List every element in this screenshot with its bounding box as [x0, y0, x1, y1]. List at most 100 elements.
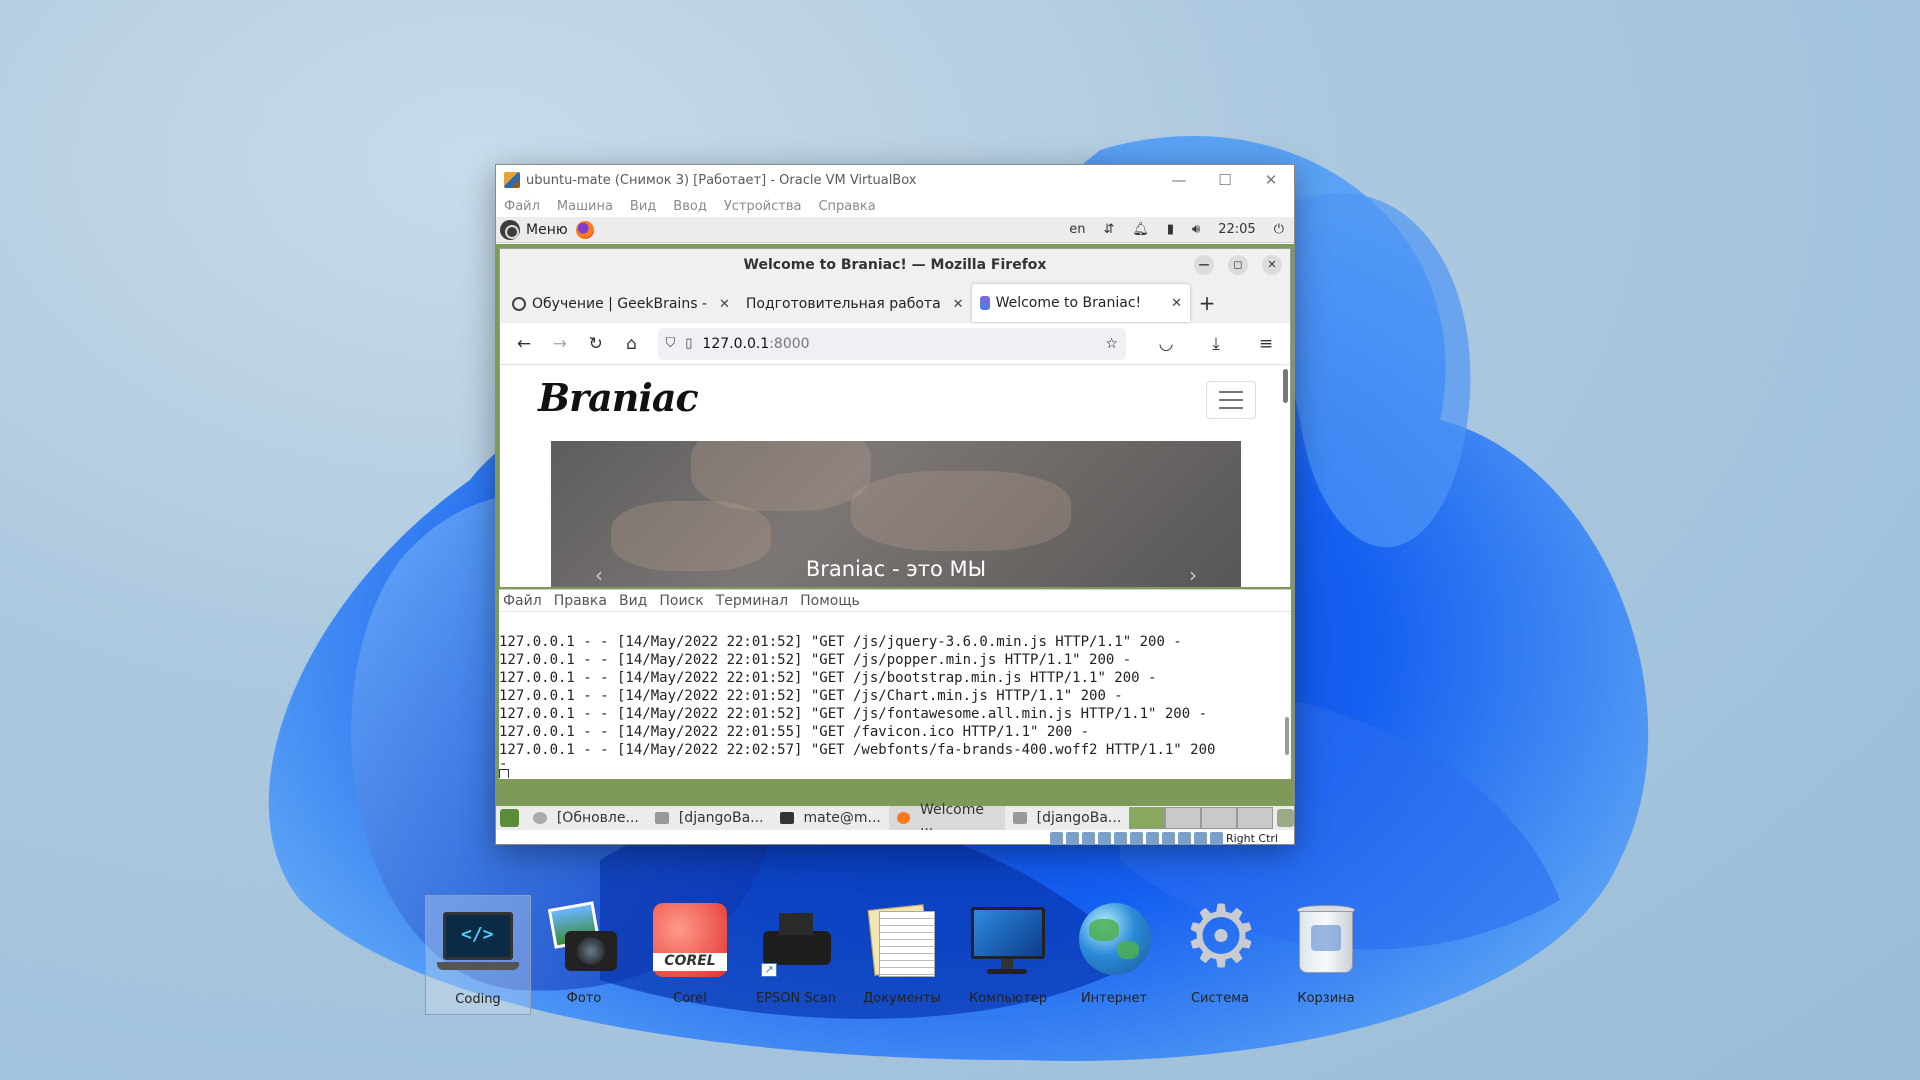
- back-arrow-icon[interactable]: ←: [506, 334, 542, 354]
- download-icon[interactable]: ⤓: [1198, 334, 1234, 354]
- maximize-icon[interactable]: ☐: [1202, 171, 1248, 189]
- network-adapter-icon[interactable]: [1097, 831, 1111, 845]
- desktop-icon-recycle-bin[interactable]: Корзина: [1273, 895, 1379, 1015]
- vb-menu-input[interactable]: Ввод: [673, 199, 707, 214]
- term-menu-terminal[interactable]: Терминал: [716, 593, 788, 609]
- carousel-prev-icon[interactable]: ‹: [595, 563, 603, 587]
- page-icon[interactable]: ▯: [685, 336, 692, 351]
- taskbar-item[interactable]: [Обновле...: [525, 806, 647, 830]
- reload-icon[interactable]: ↻: [578, 334, 614, 354]
- hdd-icon[interactable]: [1049, 831, 1063, 845]
- new-tab-plus-icon[interactable]: +: [1190, 285, 1224, 323]
- term-menu-help[interactable]: Помощь: [800, 593, 860, 609]
- vb-menu-help[interactable]: Справка: [818, 199, 875, 214]
- desktop-icon-photo[interactable]: Фото: [531, 895, 637, 1015]
- term-menu-search[interactable]: Поиск: [659, 593, 703, 609]
- home-icon[interactable]: ⌂: [614, 334, 650, 354]
- firefox-launcher-icon[interactable]: [575, 220, 594, 239]
- vb-menu-machine[interactable]: Машина: [557, 199, 613, 214]
- cpu-icon[interactable]: [1177, 831, 1191, 845]
- task-label: [Обновле...: [556, 810, 639, 826]
- virtualbox-menubar: Файл Машина Вид Ввод Устройства Справка: [496, 195, 1294, 217]
- audio-icon[interactable]: [1081, 831, 1095, 845]
- app-menu-icon[interactable]: ≡: [1248, 334, 1284, 354]
- ff-minimize-icon[interactable]: —: [1194, 255, 1214, 275]
- show-desktop-icon[interactable]: [500, 809, 519, 827]
- desktop-icon-label: Coding: [455, 992, 501, 1007]
- workspace-4[interactable]: [1237, 807, 1274, 829]
- desktop-icon-computer[interactable]: Компьютер: [955, 895, 1061, 1015]
- clock[interactable]: 22:05: [1218, 222, 1255, 237]
- terminal-window[interactable]: Файл Правка Вид Поиск Терминал Помощь 12…: [499, 589, 1291, 779]
- taskbar-item[interactable]: [djangoBa...: [1005, 806, 1130, 830]
- desktop-icon-system[interactable]: ⚙ Система: [1167, 894, 1273, 1015]
- virtualbox-titlebar[interactable]: ubuntu-mate (Снимок 3) [Работает] - Orac…: [496, 165, 1294, 195]
- pocket-icon[interactable]: ◡: [1148, 334, 1184, 354]
- carousel-next-icon[interactable]: ›: [1189, 563, 1197, 587]
- desktop-icon-epson[interactable]: ↗ EPSON Scan: [743, 895, 849, 1015]
- term-menu-file[interactable]: Файл: [503, 593, 542, 609]
- recording-icon[interactable]: [1161, 831, 1175, 845]
- virtualbox-app-icon: [504, 172, 520, 188]
- workspace-2[interactable]: [1165, 807, 1202, 829]
- navbar-toggler-button[interactable]: [1206, 381, 1256, 419]
- workspace-1[interactable]: [1129, 807, 1166, 829]
- ff-close-icon[interactable]: ✕: [1262, 255, 1282, 275]
- terminal-scrollbar[interactable]: [1285, 717, 1289, 755]
- firefox-window[interactable]: Welcome to Braniac! — Mozilla Firefox — …: [499, 248, 1291, 587]
- tab-close-icon[interactable]: ✕: [719, 297, 730, 312]
- tab-preparation[interactable]: Подготовительная работа ✕: [738, 285, 972, 323]
- tab-close-icon[interactable]: ✕: [953, 297, 964, 312]
- term-menu-view[interactable]: Вид: [619, 593, 647, 609]
- mate-logo-icon[interactable]: [500, 219, 520, 240]
- vb-menu-devices[interactable]: Устройства: [724, 199, 802, 214]
- forward-arrow-icon[interactable]: →: [542, 334, 578, 354]
- tab-braniac[interactable]: Welcome to Braniac! ✕: [971, 284, 1191, 322]
- taskbar-item[interactable]: Welcome ...: [888, 802, 1005, 834]
- desktop-icon-internet[interactable]: Интернет: [1061, 895, 1167, 1015]
- shared-folder-icon[interactable]: [1129, 831, 1143, 845]
- mouse-integration-icon[interactable]: [1193, 831, 1207, 845]
- updater-icon: [532, 812, 547, 824]
- page-scrollbar[interactable]: [1283, 369, 1288, 403]
- usb-icon[interactable]: [1113, 831, 1127, 845]
- desktop-icon-coding[interactable]: </> Coding: [425, 895, 531, 1015]
- desktop-icon-documents[interactable]: Документы: [849, 895, 955, 1015]
- mate-menu-button[interactable]: Меню: [526, 222, 568, 238]
- terminal-line: 127.0.0.1 - - [14/May/2022 22:01:55] "GE…: [499, 724, 1090, 740]
- power-icon[interactable]: ⏻: [1274, 222, 1284, 237]
- firefox-window-title: Welcome to Braniac! — Mozilla Firefox: [743, 257, 1047, 273]
- keyboard-capture-icon[interactable]: [1209, 831, 1223, 845]
- taskbar-item[interactable]: mate@m...: [772, 806, 889, 830]
- workspace-3[interactable]: [1201, 807, 1238, 829]
- url-bar[interactable]: ⛉ ▯ 127.0.0.1:8000 ☆: [657, 327, 1126, 360]
- term-menu-edit[interactable]: Правка: [554, 593, 607, 609]
- battery-icon[interactable]: ▮: [1167, 222, 1174, 237]
- bookmark-star-icon[interactable]: ☆: [1105, 336, 1118, 352]
- virtualbox-window[interactable]: ubuntu-mate (Снимок 3) [Работает] - Orac…: [495, 164, 1295, 845]
- terminal-line: 127.0.0.1 - - [14/May/2022 22:01:52] "GE…: [499, 688, 1123, 704]
- vb-menu-file[interactable]: Файл: [504, 199, 540, 214]
- taskbar-item[interactable]: [djangoBa...: [647, 806, 772, 830]
- close-icon[interactable]: ✕: [1248, 171, 1294, 189]
- keyboard-layout[interactable]: en: [1069, 222, 1085, 237]
- display-icon[interactable]: [1145, 831, 1159, 845]
- shield-icon[interactable]: ⛉: [666, 336, 676, 351]
- ff-maximize-icon[interactable]: ◻: [1228, 255, 1248, 275]
- network-icon[interactable]: ⇵: [1103, 222, 1114, 237]
- vb-menu-view[interactable]: Вид: [630, 199, 656, 214]
- trash-applet-icon[interactable]: [1277, 809, 1295, 827]
- desktop-icon-corel[interactable]: COREL Corel: [637, 895, 743, 1015]
- firefox-titlebar[interactable]: Welcome to Braniac! — Mozilla Firefox — …: [500, 249, 1290, 281]
- tab-geekbrains[interactable]: Обучение | GeekBrains - ✕: [504, 285, 738, 323]
- minimize-icon[interactable]: —: [1156, 171, 1202, 189]
- terminal-output[interactable]: 127.0.0.1 - - [14/May/2022 22:01:52] "GE…: [499, 612, 1291, 778]
- hero-carousel: Braniac - это МЫ ‹ ›: [551, 441, 1241, 587]
- volume-icon[interactable]: 🔊︎: [1192, 222, 1200, 237]
- system-tray: en ⇵ 🔔︎ ▮ 🔊︎ 22:05 ⏻: [1069, 222, 1284, 237]
- braniac-logo[interactable]: Braniac: [538, 375, 699, 420]
- folder-icon: [654, 812, 669, 824]
- notification-bell-icon[interactable]: 🔔︎: [1132, 222, 1149, 237]
- optical-drive-icon[interactable]: [1065, 831, 1079, 845]
- tab-close-icon[interactable]: ✕: [1171, 296, 1182, 311]
